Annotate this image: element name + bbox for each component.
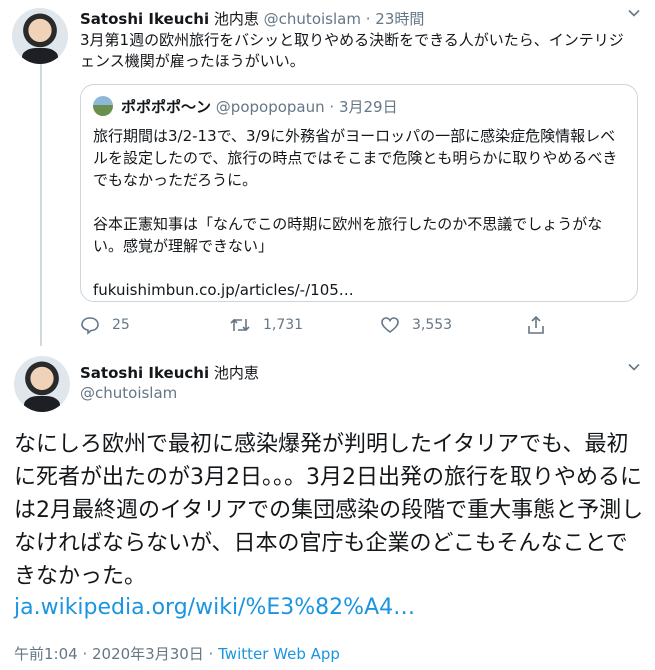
display-name[interactable]: Satoshi Ikeuchi xyxy=(80,364,209,382)
source-app-link[interactable]: Twitter Web App xyxy=(218,645,340,663)
tweet-text: なにしろ欧州で最初に感染爆発が判明したイタリアでも、最初に死者が出たのが3月2日… xyxy=(14,432,644,589)
quoted-handle: @popopopaun xyxy=(215,98,325,116)
quoted-header: ポポポポ〜ン @popopopaun · 3月29日 xyxy=(121,96,398,117)
chevron-down-icon[interactable] xyxy=(627,6,641,20)
avatar[interactable] xyxy=(14,356,70,412)
tweet-meta: 午前1:04 · 2020年3月30日 · Twitter Web App xyxy=(14,643,340,664)
display-name-row: Satoshi Ikeuchi 池内恵 xyxy=(80,362,259,383)
tweet-text: 3月第1週の欧州旅行をバシッと取りやめる決断をできる人がいたら、インテリジェンス… xyxy=(80,31,624,70)
chevron-down-icon[interactable] xyxy=(627,360,641,374)
timestamp[interactable]: 午前1:04 · 2020年3月30日 · xyxy=(14,645,213,663)
tweet-link[interactable]: ja.wikipedia.org/wiki/%E3%82%A4… xyxy=(14,595,415,620)
quoted-display-name: ポポポポ〜ン xyxy=(121,98,212,116)
quoted-tweet[interactable]: ポポポポ〜ン @popopopaun · 3月29日 旅行期間は3/2-13で、… xyxy=(80,84,638,302)
like-count: 3,553 xyxy=(412,317,453,333)
like-action[interactable]: 3,553 xyxy=(380,314,452,336)
quoted-link: fukuishimbun.co.jp/articles/-/105… xyxy=(93,281,354,299)
handle[interactable]: @chutoislam xyxy=(80,384,177,402)
display-name-jp[interactable]: 池内恵 xyxy=(214,364,259,382)
retweet-count: 1,731 xyxy=(263,317,304,333)
share-icon xyxy=(528,315,544,334)
quoted-text: 旅行期間は3/2-13で、3/9に外務省がヨーロッパの一部に感染症危険情報レベル… xyxy=(93,125,623,301)
display-name[interactable]: Satoshi Ikeuchi xyxy=(80,10,209,28)
reply-count: 25 xyxy=(112,317,130,333)
reply-icon xyxy=(81,317,99,335)
handle[interactable]: @chutoislam xyxy=(264,10,361,28)
display-name-jp[interactable]: 池内恵 xyxy=(214,10,259,28)
retweet-action[interactable]: 1,731 xyxy=(229,314,303,336)
tweet-header: Satoshi Ikeuchi 池内恵 @chutoislam · 23時間 xyxy=(80,8,640,28)
quoted-paragraph: 旅行期間は3/2-13で、3/9に外務省がヨーロッパの一部に感染症危険情報レベル… xyxy=(93,127,618,189)
separator-dot: · xyxy=(365,10,371,28)
retweet-icon xyxy=(230,318,250,332)
avatar[interactable] xyxy=(12,8,68,64)
heart-icon xyxy=(381,317,399,334)
share-action[interactable] xyxy=(527,314,557,336)
quoted-avatar xyxy=(93,96,113,116)
separator-dot: · xyxy=(329,98,335,116)
quoted-date: 3月29日 xyxy=(338,98,398,116)
reply-action[interactable]: 25 xyxy=(80,314,130,336)
tweet-time[interactable]: 23時間 xyxy=(375,10,424,28)
thread-connector-line xyxy=(40,64,42,346)
quoted-paragraph: 谷本正憲知事は「なんでこの時期に欧州を旅行したのか不思議でしょうがない。感覚が理… xyxy=(93,215,603,255)
